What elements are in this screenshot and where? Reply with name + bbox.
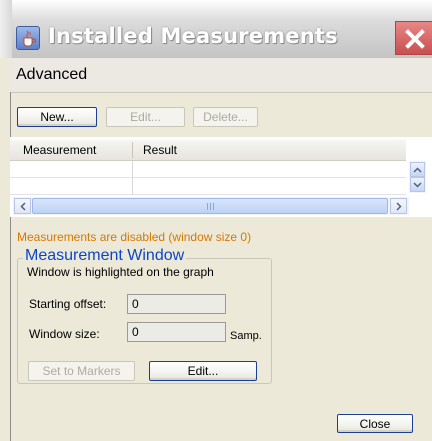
starting-offset-field[interactable]: 0 <box>127 294 226 314</box>
group-title: Measurement Window <box>23 247 187 265</box>
window-size-value: 0 <box>132 325 139 339</box>
close-button-label: Close <box>359 416 391 431</box>
vertical-scrollbar[interactable] <box>409 161 426 193</box>
column-divider[interactable] <box>132 142 133 158</box>
table-header: Measurement Result <box>10 140 406 161</box>
close-button[interactable]: Close <box>337 414 413 433</box>
group-description: Window is highlighted on the graph <box>27 265 214 279</box>
java-cup-icon <box>16 26 40 50</box>
page-title: Advanced <box>16 66 88 83</box>
close-x-icon[interactable] <box>395 21 432 55</box>
scroll-right-icon[interactable] <box>390 198 407 214</box>
set-to-markers-label: Set to Markers <box>42 364 121 378</box>
starting-offset-value: 0 <box>132 297 139 311</box>
scrollbar-grip <box>207 203 215 210</box>
header-panel: Advanced <box>10 58 432 93</box>
window-size-unit: Samp. <box>230 330 262 342</box>
status-warning: Measurements are disabled (window size 0… <box>17 230 252 244</box>
delete-button-label: Delete... <box>203 110 248 124</box>
scrollbar-thumb[interactable] <box>32 198 388 214</box>
table-row[interactable] <box>10 194 406 195</box>
window-title: Installed Measurements <box>48 24 338 48</box>
window-size-label: Window size: <box>29 327 100 341</box>
installed-measurements-window: Installed Measurements Advanced New... E… <box>0 0 432 441</box>
starting-offset-label: Starting offset: <box>29 297 107 311</box>
title-bar-edge <box>0 0 12 58</box>
column-header-measurement[interactable]: Measurement <box>23 143 96 157</box>
scroll-down-icon[interactable] <box>410 177 425 192</box>
delete-button[interactable]: Delete... <box>193 107 258 127</box>
new-button-label: New... <box>40 110 74 124</box>
edit-button[interactable]: Edit... <box>106 107 185 127</box>
table-row[interactable] <box>10 177 406 178</box>
scroll-up-icon[interactable] <box>410 162 425 177</box>
column-header-result[interactable]: Result <box>143 143 177 157</box>
horizontal-scrollbar[interactable] <box>13 197 409 215</box>
scroll-left-icon[interactable] <box>14 198 31 214</box>
edit-window-button[interactable]: Edit... <box>149 361 257 381</box>
edit-window-label: Edit... <box>187 364 219 378</box>
window-size-field[interactable]: 0 <box>127 322 226 342</box>
edit-button-label: Edit... <box>130 110 161 124</box>
column-grid-line <box>132 161 133 195</box>
title-bar[interactable]: Installed Measurements <box>0 0 432 58</box>
set-to-markers-button[interactable]: Set to Markers <box>28 361 135 381</box>
new-button[interactable]: New... <box>17 107 97 127</box>
